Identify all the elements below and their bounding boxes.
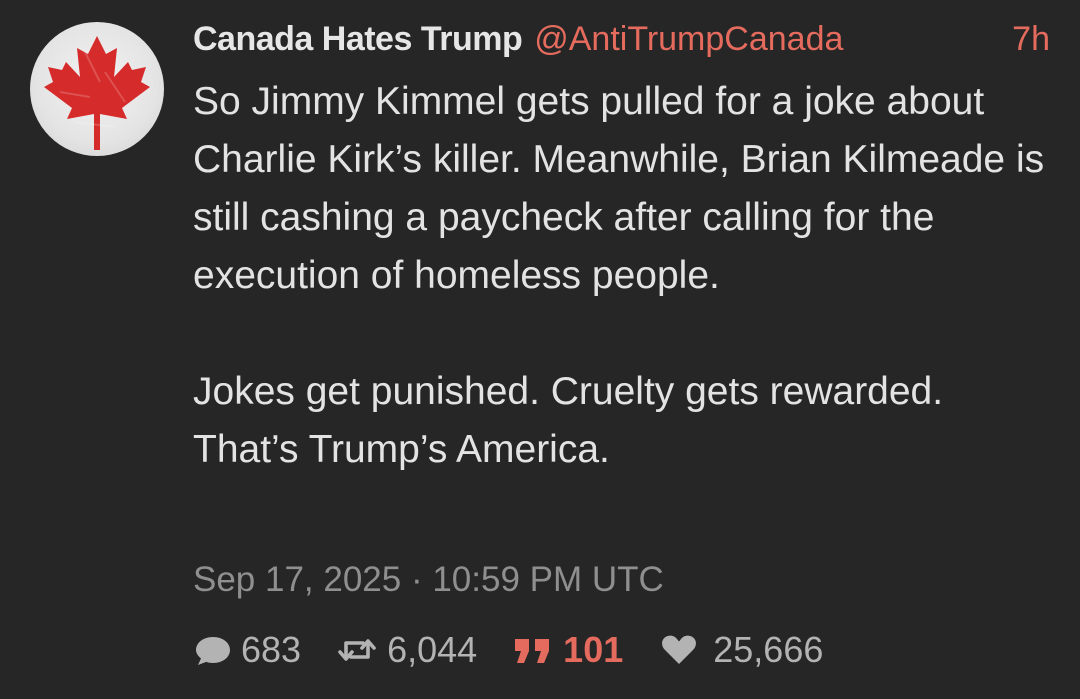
- quote-icon: [511, 630, 555, 670]
- avatar[interactable]: [30, 22, 164, 156]
- quote-count: 101: [563, 629, 624, 670]
- like-button[interactable]: 25,666: [659, 629, 823, 671]
- display-name[interactable]: Canada Hates Trump: [193, 20, 523, 58]
- reply-button[interactable]: 683: [193, 629, 301, 671]
- post-body: So Jimmy Kimmel gets pulled for a joke a…: [193, 73, 1053, 479]
- repost-count: 6,044: [387, 629, 478, 670]
- like-count: 25,666: [713, 629, 824, 670]
- comment-icon: [193, 630, 233, 670]
- post-timestamp[interactable]: Sep 17, 2025 · 10:59 PM UTC: [193, 556, 664, 604]
- user-handle[interactable]: @AntiTrumpCanada: [534, 20, 843, 58]
- reply-count: 683: [241, 629, 302, 670]
- repost-button[interactable]: 6,044: [335, 629, 477, 671]
- relative-time[interactable]: 7h: [1012, 14, 1050, 64]
- repost-icon: [335, 630, 379, 670]
- post-paragraph: So Jimmy Kimmel gets pulled for a joke a…: [193, 80, 1045, 297]
- post-paragraph: Jokes get punished. Cruelty gets rewarde…: [193, 370, 944, 471]
- heart-icon: [659, 630, 699, 670]
- post-card: Canada Hates Trump @AntiTrumpCanada 7h So…: [0, 0, 1080, 699]
- post-header: Canada Hates Trump @AntiTrumpCanada 7h: [193, 14, 1053, 64]
- maple-leaf-icon: [44, 36, 150, 150]
- engagement-stats: 683 6,044 101 25,666: [193, 622, 823, 678]
- quote-button[interactable]: 101: [511, 629, 623, 671]
